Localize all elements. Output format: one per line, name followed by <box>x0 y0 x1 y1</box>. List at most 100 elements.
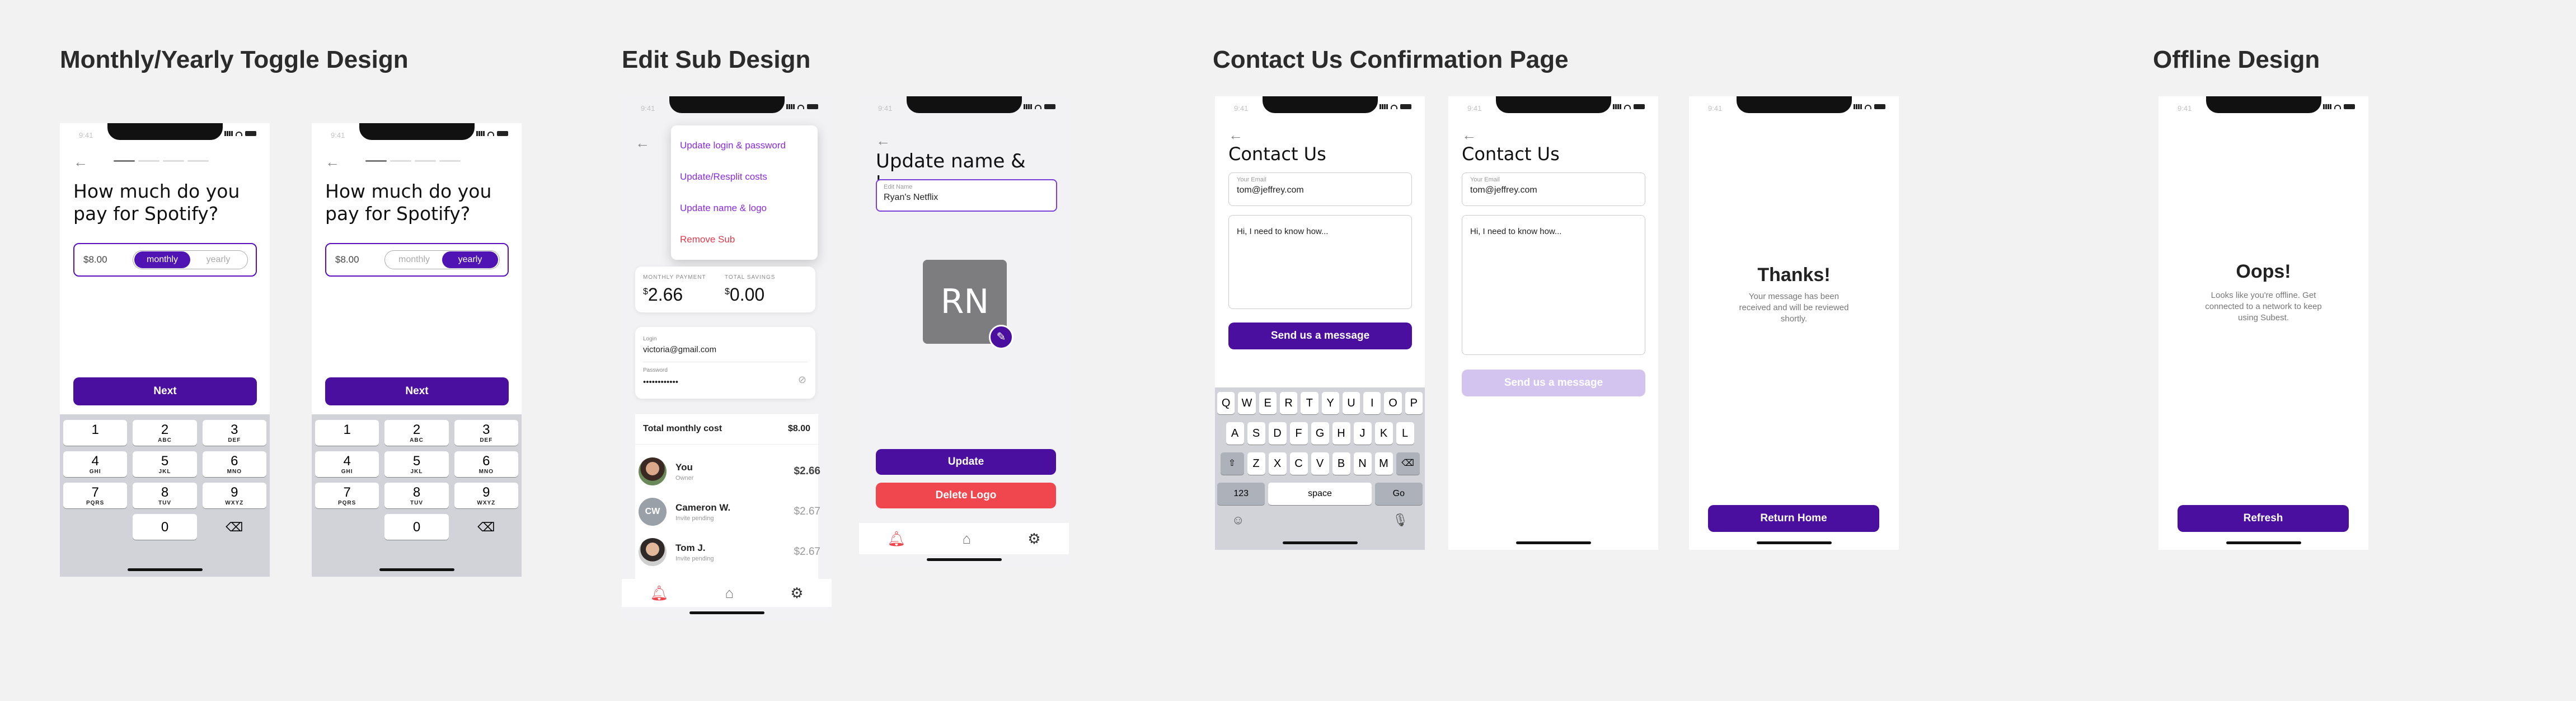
next-button[interactable]: Next <box>73 377 257 405</box>
toggle-monthly[interactable]: monthly <box>386 251 442 268</box>
menu-item-remove-sub[interactable]: Remove Sub <box>671 224 818 255</box>
email-field[interactable]: Your Email tom@jeffrey.com <box>1228 172 1412 206</box>
toggle-yearly[interactable]: yearly <box>442 251 498 268</box>
key-f[interactable]: F <box>1289 422 1308 445</box>
key-9[interactable]: 9 WXYZ <box>454 483 518 508</box>
update-button[interactable]: Update <box>876 449 1056 475</box>
amount-input[interactable]: $8.00 monthly yearly <box>325 243 509 277</box>
key-0[interactable]: 0 <box>133 514 197 540</box>
key-r[interactable]: R <box>1279 392 1298 414</box>
key-o[interactable]: O <box>1384 392 1402 414</box>
message-textarea[interactable]: Hi, I need to know how... <box>1228 215 1412 309</box>
key-5[interactable]: 5 JKL <box>384 451 449 477</box>
key-8[interactable]: 8 TUV <box>384 483 449 508</box>
microphone-icon[interactable]: 🎙 <box>1392 513 1408 527</box>
key-d[interactable]: D <box>1268 422 1287 445</box>
key-6[interactable]: 6 MNO <box>202 451 266 477</box>
notch <box>2206 96 2321 113</box>
key-k[interactable]: K <box>1374 422 1393 445</box>
message-textarea[interactable]: Hi, I need to know how... <box>1462 215 1645 355</box>
email-field[interactable]: Your Email tom@jeffrey.com <box>1462 172 1645 206</box>
key-4[interactable]: 4 GHI <box>315 451 379 477</box>
key-i[interactable]: I <box>1363 392 1381 414</box>
back-arrow-icon[interactable]: ← <box>635 135 650 150</box>
key-h[interactable]: H <box>1332 422 1350 445</box>
key-5[interactable]: 5 JKL <box>133 451 197 477</box>
gear-icon[interactable]: ⚙ <box>790 585 803 602</box>
key-x[interactable]: X <box>1268 452 1287 475</box>
delete-key-icon[interactable]: ⌫ <box>454 514 518 540</box>
key-9[interactable]: 9 WXYZ <box>202 483 266 508</box>
key-e[interactable]: E <box>1259 392 1277 414</box>
key-3[interactable]: 3 DEF <box>202 420 266 446</box>
home-icon[interactable]: ⌂ <box>962 530 971 548</box>
key-t[interactable]: T <box>1301 392 1319 414</box>
refresh-button[interactable]: Refresh <box>2178 505 2349 532</box>
eye-off-icon[interactable]: ⊘ <box>798 374 806 386</box>
key-w[interactable]: W <box>1238 392 1256 414</box>
amount-input[interactable]: $8.00 monthly yearly <box>73 243 257 277</box>
key-1[interactable]: 1 <box>315 420 379 446</box>
member-row[interactable]: Tom J. Invite pending $2.67 <box>639 535 820 569</box>
back-arrow-icon[interactable]: ← <box>73 155 88 169</box>
key-2[interactable]: 2 ABC <box>384 420 449 446</box>
billing-toggle[interactable]: monthly yearly <box>384 250 500 269</box>
key-j[interactable]: J <box>1353 422 1372 445</box>
key-z[interactable]: Z <box>1247 452 1265 475</box>
key-6[interactable]: 6 MNO <box>454 451 518 477</box>
key-s[interactable]: S <box>1247 422 1265 445</box>
menu-item-update-login[interactable]: Update login & password <box>671 130 818 161</box>
billing-toggle[interactable]: monthly yearly <box>133 250 248 269</box>
back-arrow-icon[interactable]: ← <box>1228 128 1243 142</box>
bell-icon[interactable]: 🔔︎ <box>887 530 905 548</box>
delete-logo-button[interactable]: Delete Logo <box>876 483 1056 508</box>
send-message-button[interactable]: Send us a message <box>1228 323 1412 349</box>
key-y[interactable]: Y <box>1321 392 1339 414</box>
toggle-yearly[interactable]: yearly <box>190 251 246 268</box>
key-p[interactable]: P <box>1405 392 1423 414</box>
key-2[interactable]: 2 ABC <box>133 420 197 446</box>
name-input[interactable]: Edit Name Ryan's Netflix <box>876 179 1057 212</box>
phone-contact-keyboard: 9:41 ← Contact Us Your Email tom@jeffrey… <box>1215 96 1425 550</box>
shift-key-icon[interactable]: ⇧ <box>1220 452 1244 475</box>
back-arrow-icon[interactable]: ← <box>1462 128 1476 142</box>
back-arrow-icon[interactable]: ← <box>325 155 340 169</box>
key-a[interactable]: A <box>1226 422 1244 445</box>
key-4[interactable]: 4 GHI <box>63 451 128 477</box>
next-button[interactable]: Next <box>325 377 509 405</box>
key-m[interactable]: M <box>1374 452 1393 475</box>
delete-key-icon[interactable]: ⌫ <box>203 514 266 540</box>
send-message-button[interactable]: Send us a message <box>1462 370 1645 396</box>
key-7[interactable]: 7 PQRS <box>63 483 128 508</box>
space-key[interactable]: space <box>1268 483 1372 505</box>
key-u[interactable]: U <box>1342 392 1360 414</box>
numbers-key[interactable]: 123 <box>1217 483 1265 505</box>
member-row[interactable]: You Owner $2.66 <box>639 455 820 488</box>
key-v[interactable]: V <box>1311 452 1329 475</box>
bell-icon[interactable]: 🔔︎ <box>650 585 668 602</box>
go-key[interactable]: Go <box>1374 483 1423 505</box>
edit-pencil-icon[interactable]: ✎ <box>989 325 1013 349</box>
key-1[interactable]: 1 <box>63 420 128 446</box>
key-q[interactable]: Q <box>1217 392 1235 414</box>
key-g[interactable]: G <box>1311 422 1329 445</box>
key-b[interactable]: B <box>1332 452 1350 475</box>
back-arrow-icon[interactable]: ← <box>876 133 890 148</box>
key-l[interactable]: L <box>1396 422 1414 445</box>
gear-icon[interactable]: ⚙ <box>1027 530 1040 548</box>
backspace-key-icon[interactable]: ⌫ <box>1396 452 1420 475</box>
member-row[interactable]: CW Cameron W. Invite pending $2.67 <box>639 495 820 529</box>
emoji-icon[interactable]: ☺ <box>1232 513 1244 527</box>
return-home-button[interactable]: Return Home <box>1708 505 1879 532</box>
key-8[interactable]: 8 TUV <box>133 483 197 508</box>
toggle-monthly[interactable]: monthly <box>134 251 190 268</box>
home-icon[interactable]: ⌂ <box>725 585 734 602</box>
home-indicator <box>379 568 454 571</box>
key-7[interactable]: 7 PQRS <box>315 483 379 508</box>
key-c[interactable]: C <box>1289 452 1308 475</box>
key-n[interactable]: N <box>1353 452 1372 475</box>
menu-item-update-name[interactable]: Update name & logo <box>671 193 818 224</box>
menu-item-resplit-costs[interactable]: Update/Resplit costs <box>671 161 818 193</box>
key-3[interactable]: 3 DEF <box>454 420 518 446</box>
key-0[interactable]: 0 <box>384 514 449 540</box>
